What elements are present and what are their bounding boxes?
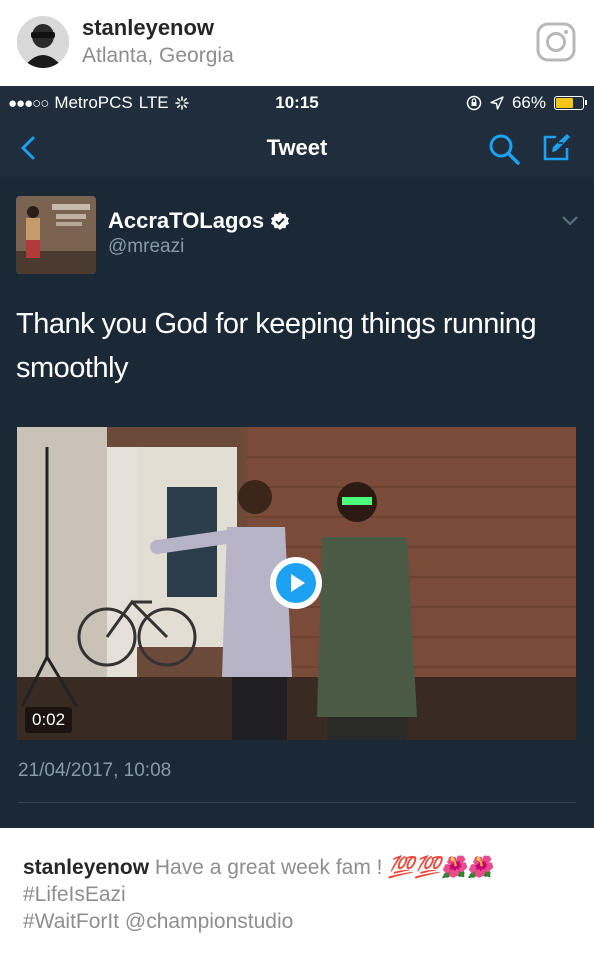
caption-emojis: 💯💯🌺🌺 <box>388 856 493 879</box>
tweet-author-avatar[interactable] <box>16 196 96 274</box>
caption-hashtag[interactable]: #LifeIsEazi <box>23 881 583 908</box>
caption-username[interactable]: stanleyenow <box>23 856 149 879</box>
tweet-screenshot: ●●●○○ MetroPCS LTE 10:15 66% Tweet Accra… <box>0 86 594 828</box>
search-icon[interactable] <box>486 131 522 167</box>
location-arrow-icon <box>490 96 504 110</box>
tweet-stats-cropped <box>18 821 258 828</box>
tweet-text: Thank you God for keeping things running… <box>16 308 537 384</box>
tweet-author-name[interactable]: AccraTOLagos <box>108 208 290 234</box>
caption-text: stanleyenow Have a great week fam ! 💯💯🌺🌺… <box>23 854 583 935</box>
display-name[interactable]: AccraTOLagos <box>108 208 264 234</box>
battery-percentage: 66% <box>511 93 546 112</box>
divider <box>18 802 576 803</box>
status-bar: ●●●○○ MetroPCS LTE 10:15 66% <box>0 86 594 120</box>
play-button[interactable] <box>270 557 322 609</box>
caption-body: Have a great week fam ! <box>154 856 383 879</box>
tweet-navbar: Tweet <box>0 120 594 178</box>
battery-level <box>556 98 573 108</box>
verified-badge-icon <box>271 212 290 230</box>
tweet-author-handle[interactable]: @mreazi <box>108 236 184 258</box>
tweet-video[interactable]: 0:02 <box>17 427 576 740</box>
instagram-post-header: stanleyenow Atlanta, Georgia <box>0 0 594 86</box>
instagram-icon <box>536 22 576 62</box>
play-icon <box>276 563 316 603</box>
battery-icon <box>554 96 587 110</box>
video-duration: 0:02 <box>25 707 73 733</box>
rotation-lock-icon <box>466 95 482 111</box>
chevron-down-icon[interactable] <box>560 214 580 228</box>
compose-tweet-icon[interactable] <box>538 130 574 166</box>
post-username[interactable]: stanleyenow <box>82 15 214 41</box>
caption-hashtag-mention[interactable]: #WaitForIt @championstudio <box>23 908 583 935</box>
post-caption: stanleyenow Have a great week fam ! 💯💯🌺🌺… <box>0 828 594 960</box>
post-location[interactable]: Atlanta, Georgia <box>82 44 234 68</box>
tweet-timestamp: 21/04/2017, 10:08 <box>18 760 172 781</box>
avatar[interactable] <box>17 16 69 68</box>
